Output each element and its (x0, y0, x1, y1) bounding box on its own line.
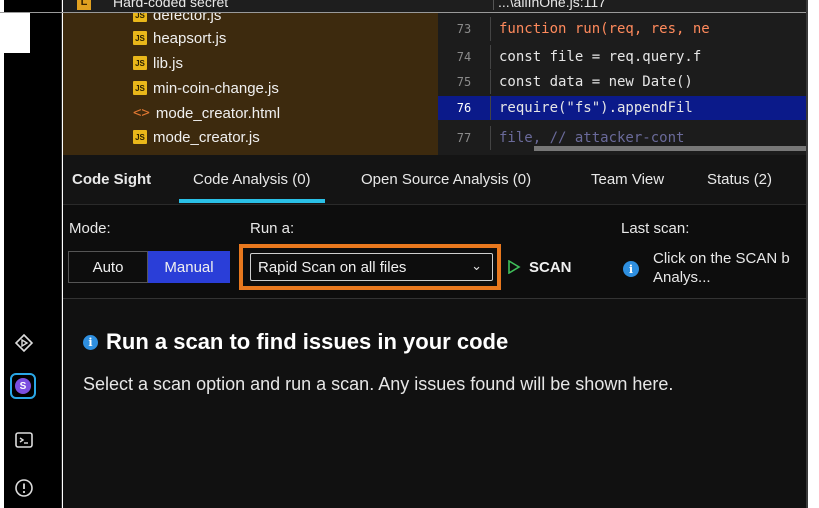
tree-item-min-coin-change-js[interactable]: JS min-coin-change.js (133, 76, 279, 100)
code-text: const file = req.query.f (499, 49, 702, 65)
line-number: 73 (456, 22, 472, 36)
file-explorer: JS defector.js JS heapsort.js JS lib.js … (63, 13, 438, 155)
empty-state-title-text: Run a scan to find issues in your code (106, 329, 509, 354)
line-number: 75 (456, 75, 472, 89)
line-number: 74 (456, 50, 472, 64)
js-file-icon: JS (133, 31, 147, 45)
tab-label: Code Analysis (0) (193, 171, 311, 188)
empty-state-title: i Run a scan to find issues in your code (83, 329, 508, 355)
alert-icon[interactable] (12, 476, 36, 500)
issue-name: Hard-coded secret (113, 0, 229, 10)
code-line-highlighted: 76 require("fs").appendFil (438, 96, 807, 120)
window-border (806, 0, 808, 508)
run-label: Run a: (250, 220, 295, 237)
info-icon: i (83, 334, 98, 350)
line-number: 77 (456, 131, 472, 145)
panel-tabbar: Code Sight Code Analysis (0) Open Source… (63, 155, 807, 205)
last-scan-line: Analys... (653, 269, 711, 286)
last-scan-info: i Click on the SCAN b Analys... (623, 249, 807, 287)
tree-item-mode-creator-js[interactable]: JS mode_creator.js (133, 125, 260, 149)
file-name: heapsort.js (153, 29, 227, 47)
file-name: min-coin-change.js (153, 79, 279, 97)
code-text: file, // attacker-cont (499, 130, 685, 146)
last-scan-label: Last scan: (621, 220, 690, 237)
code-text: require("fs").appendFil (499, 100, 693, 116)
tree-item-lib-js[interactable]: JS lib.js (133, 51, 183, 75)
code-line: 73 function run(req, res, ne (438, 17, 807, 41)
js-file-icon: JS (133, 130, 147, 144)
code-sight-icon[interactable]: S (10, 373, 36, 399)
tree-item-mode-creator-html[interactable]: <> mode_creator.html (133, 101, 280, 125)
tab-status[interactable]: Status (2) (707, 155, 772, 204)
code-line: 75 const data = new Date() (438, 70, 807, 94)
mode-manual-button[interactable]: Manual (148, 251, 230, 283)
js-file-icon: JS (133, 13, 147, 22)
window-edge (0, 13, 30, 53)
tab-open-source-analysis[interactable]: Open Source Analysis (0) (361, 155, 531, 204)
file-name: mode_creator.js (153, 128, 260, 146)
mode-toggle: Auto Manual (68, 251, 230, 283)
code-text: function run(req, res, ne (499, 21, 710, 37)
code-line: 74 const file = req.query.f (438, 45, 807, 69)
scan-type-select[interactable]: Rapid Scan on all files ⌄ (250, 253, 493, 281)
issue-row[interactable]: L Hard-coded secret ...\allInOne.js:117 (63, 0, 807, 12)
mode-label: Mode: (69, 220, 111, 237)
activity-bar: S (0, 0, 62, 508)
mode-auto-button[interactable]: Auto (68, 251, 148, 283)
window-edge-left (0, 0, 4, 508)
tree-item-defector-js[interactable]: JS defector.js (133, 13, 221, 27)
results-area: i Run a scan to find issues in your code… (63, 299, 807, 508)
chevron-down-icon: ⌄ (471, 258, 482, 273)
scan-button-label: SCAN (529, 258, 572, 276)
js-file-icon: JS (133, 81, 147, 95)
issue-location: ...\allInOne.js:117 (493, 0, 606, 10)
horizontal-scrollbar[interactable] (534, 146, 807, 151)
js-file-icon: JS (133, 56, 147, 70)
tab-team-view[interactable]: Team View (591, 155, 664, 204)
code-sight-panel: Code Sight Code Analysis (0) Open Source… (63, 155, 807, 508)
file-name: mode_creator.html (155, 104, 281, 122)
html-file-icon: <> (133, 105, 150, 121)
info-icon: i (623, 261, 639, 277)
severity-badge: L (77, 0, 91, 10)
empty-state-message: Select a scan option and run a scan. Any… (83, 374, 674, 394)
last-scan-line: Click on the SCAN b (653, 250, 790, 267)
file-name: defector.js (153, 13, 222, 24)
terminal-icon[interactable] (12, 428, 36, 452)
scan-controls: Mode: Auto Manual Run a: Rapid Scan on a… (63, 205, 807, 299)
file-name: lib.js (153, 54, 184, 72)
run-debug-icon[interactable] (12, 331, 36, 355)
window-edge-right (807, 0, 819, 508)
play-icon (508, 260, 521, 274)
tab-code-analysis[interactable]: Code Analysis (0) (179, 155, 325, 204)
code-text: const data = new Date() (499, 74, 693, 90)
tree-item-heapsort-js[interactable]: JS heapsort.js (133, 26, 226, 50)
code-editor[interactable]: 73 function run(req, res, ne 74 const fi… (438, 13, 807, 155)
tab-code-sight[interactable]: Code Sight (72, 155, 151, 204)
scan-button[interactable]: SCAN (507, 253, 572, 281)
scan-type-value: Rapid Scan on all files (258, 258, 407, 276)
line-number: 76 (456, 101, 472, 115)
